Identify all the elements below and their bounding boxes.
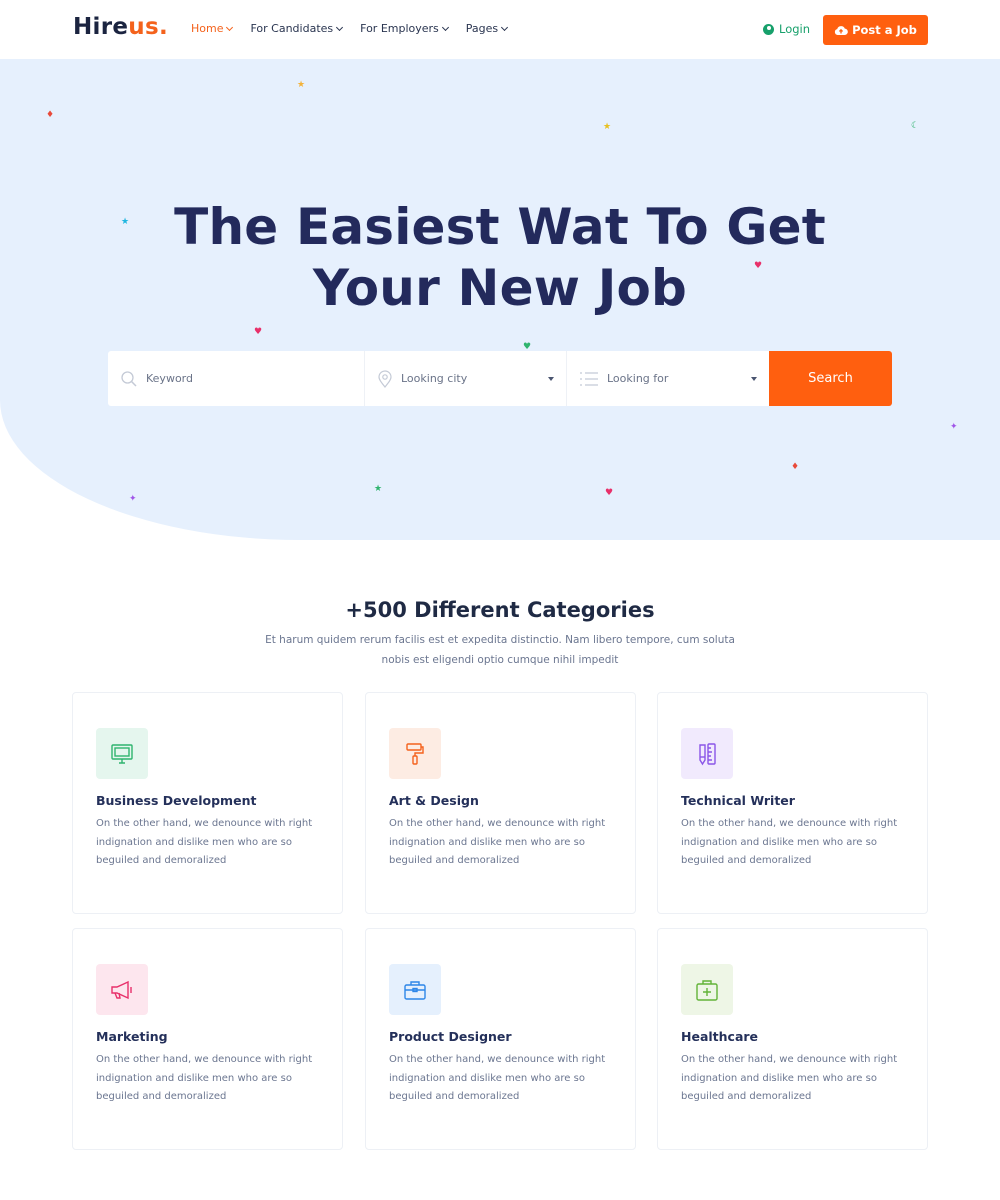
caret-down-icon [548, 377, 554, 381]
nav-item-home[interactable]: Home [191, 22, 234, 35]
category-card-business-development[interactable]: Business Development On the other hand, … [72, 692, 343, 914]
nav-item-label: For Employers [360, 22, 439, 35]
category-name: Healthcare [681, 1029, 759, 1044]
hero-title: The Easiest Wat To Get Your New Job [0, 197, 1000, 319]
category-icon-box [389, 964, 441, 1015]
category-icon-box [681, 964, 733, 1015]
city-select[interactable] [401, 372, 531, 385]
location-pin-icon [378, 369, 392, 388]
category-description: On the other hand, we denounce with righ… [389, 818, 606, 866]
category-description: On the other hand, we denounce with righ… [389, 1054, 606, 1102]
nav-item-pages[interactable]: Pages [465, 22, 509, 35]
category-name: Art & Design [389, 793, 479, 808]
nav-item-label: Home [191, 22, 224, 35]
category-name: Technical Writer [681, 793, 795, 808]
heart-icon: ♥ [605, 488, 614, 498]
sparkle-icon: ♦ [46, 110, 55, 120]
category-description: On the other hand, we denounce with righ… [681, 1054, 898, 1102]
sparkle-icon: ♦ [791, 462, 800, 472]
category-name: Product Designer [389, 1029, 512, 1044]
city-field[interactable] [365, 351, 567, 406]
heart-icon: ♥ [254, 327, 263, 337]
briefcase-icon [404, 980, 426, 1000]
list-icon [580, 371, 598, 386]
keyword-input[interactable] [146, 372, 276, 385]
category-name: Marketing [96, 1029, 168, 1044]
caret-down-icon [751, 377, 757, 381]
search-icon [121, 370, 137, 387]
sparkle-icon: ✦ [129, 494, 137, 504]
nav-item-for-candidates[interactable]: For Candidates [250, 22, 344, 35]
site-header: Hireus. Home For Candidates For Employer… [0, 0, 1000, 59]
chevron-down-icon [336, 23, 344, 31]
categories-subtitle: Et harum quidem rerum facilis est et exp… [265, 634, 735, 666]
pencil-ruler-icon [699, 742, 716, 765]
logo-accent: us. [128, 14, 168, 40]
category-card-technical-writer[interactable]: Technical Writer On the other hand, we d… [657, 692, 928, 914]
category-card-product-designer[interactable]: Product Designer On the other hand, we d… [365, 928, 636, 1150]
nav-item-label: For Candidates [250, 22, 334, 35]
post-job-label: Post a Job [852, 23, 917, 37]
sparkle-icon: ✦ [950, 422, 958, 432]
category-card-art-design[interactable]: Art & Design On the other hand, we denou… [365, 692, 636, 914]
keyword-field[interactable] [108, 351, 365, 406]
job-search-bar: Search [108, 351, 892, 406]
star-icon: ★ [374, 484, 383, 494]
hero-title-line-1: The Easiest Wat To Get [174, 198, 826, 256]
chevron-down-icon [226, 23, 234, 31]
categories-title: +500 Different Categories [345, 598, 655, 622]
looking-for-field[interactable] [567, 351, 769, 406]
category-icon-box [681, 728, 733, 779]
login-label: Login [779, 22, 811, 36]
star-icon: ★ [297, 80, 306, 90]
category-icon-box [96, 964, 148, 1015]
megaphone-icon [111, 980, 132, 999]
paint-roller-icon [406, 742, 424, 765]
category-name: Business Development [96, 793, 257, 808]
monitor-icon [111, 743, 133, 764]
logo[interactable]: Hireus. [73, 14, 168, 40]
user-circle-icon [763, 23, 774, 35]
logo-main: Hire [73, 14, 129, 40]
category-description: On the other hand, we denounce with righ… [96, 1054, 313, 1102]
nav-item-for-employers[interactable]: For Employers [360, 22, 449, 35]
looking-for-select[interactable] [607, 372, 737, 385]
category-icon-box [389, 728, 441, 779]
star-icon: ★ [603, 122, 612, 132]
category-icon-box [96, 728, 148, 779]
category-description: On the other hand, we denounce with righ… [681, 818, 898, 866]
search-button[interactable]: Search [769, 351, 892, 406]
login-link[interactable]: Login [763, 22, 810, 36]
medical-bag-icon [696, 979, 718, 1001]
chevron-down-icon [501, 23, 509, 31]
category-description: On the other hand, we denounce with righ… [96, 818, 313, 866]
main-nav: Home For Candidates For Employers Pages [191, 22, 525, 35]
cloud-upload-icon [834, 25, 848, 35]
hero-title-line-2: Your New Job [312, 259, 688, 317]
moon-icon: ☾ [911, 121, 920, 131]
post-job-button[interactable]: Post a Job [823, 15, 928, 45]
hero-section: ★ ♦ ★ ☾ ★ ○ ♥ ♥ ♥ ✦ ♦ ✦ ★ ♥ The Easiest … [0, 59, 1000, 540]
chevron-down-icon [441, 23, 449, 31]
category-card-marketing[interactable]: Marketing On the other hand, we denounce… [72, 928, 343, 1150]
nav-item-label: Pages [465, 22, 499, 35]
category-card-healthcare[interactable]: Healthcare On the other hand, we denounc… [657, 928, 928, 1150]
